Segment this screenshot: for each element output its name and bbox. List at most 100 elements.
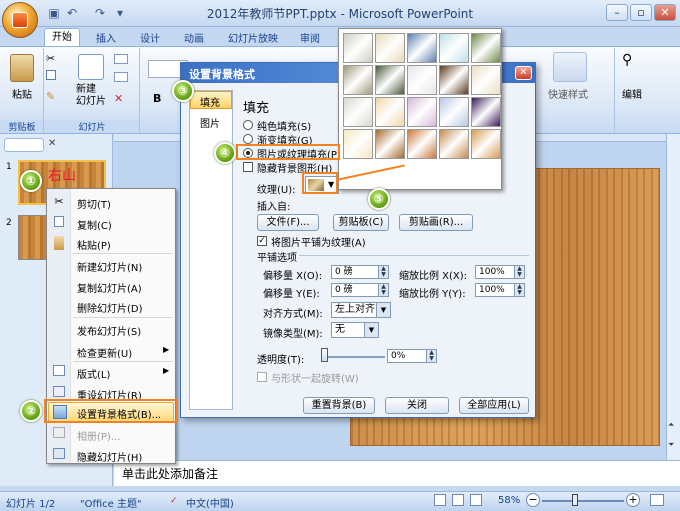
zoom-slider[interactable] xyxy=(542,500,624,502)
menu-duplicate-slide[interactable]: 复制幻灯片(A) xyxy=(77,280,142,295)
texture-swatch[interactable] xyxy=(439,129,469,159)
prev-slide-icon[interactable]: ⏶ xyxy=(668,420,674,430)
transparency-slider[interactable] xyxy=(321,356,385,358)
texture-swatch[interactable] xyxy=(471,97,501,127)
texture-swatch[interactable] xyxy=(439,33,469,63)
spin-arrows-icon[interactable]: ▲ ▼ xyxy=(378,266,388,278)
texture-swatch[interactable] xyxy=(407,65,437,95)
menu-delete-slide[interactable]: 删除幻灯片(D) xyxy=(77,300,143,315)
tab-animation[interactable]: 动画 xyxy=(184,30,204,46)
zoom-slider-thumb[interactable] xyxy=(572,494,578,506)
scale-x-input[interactable]: 100% ▲ ▼ xyxy=(475,265,525,279)
office-button[interactable] xyxy=(2,2,38,38)
maximize-button[interactable]: ▫ xyxy=(630,4,652,21)
texture-swatch[interactable] xyxy=(407,129,437,159)
texture-swatch[interactable] xyxy=(471,129,501,159)
next-slide-icon[interactable]: ⏷ xyxy=(668,440,674,450)
texture-swatch[interactable] xyxy=(407,33,437,63)
texture-swatch[interactable] xyxy=(375,33,405,63)
zoom-in-icon[interactable]: + xyxy=(626,493,640,507)
bold-button[interactable]: B xyxy=(153,92,161,105)
clipboard-button[interactable]: 剪贴板(C) xyxy=(333,214,389,231)
menu-new-slide[interactable]: 新建幻灯片(N) xyxy=(77,259,142,274)
radio-gradient-fill[interactable] xyxy=(243,134,253,144)
zoom-out-icon[interactable]: − xyxy=(526,493,540,507)
quick-styles-icon[interactable] xyxy=(553,52,587,82)
tab-insert[interactable]: 插入 xyxy=(96,30,116,46)
reset-background-button[interactable]: 重置背景(B) xyxy=(303,397,375,414)
file-button[interactable]: 文件(F)... xyxy=(257,214,319,231)
texture-swatch[interactable] xyxy=(439,97,469,127)
menu-copy[interactable]: 复制(C) xyxy=(77,217,112,232)
menu-publish-slides[interactable]: 发布幻灯片(S) xyxy=(77,323,141,338)
texture-swatch[interactable] xyxy=(471,33,501,63)
tab-review[interactable]: 审阅 xyxy=(300,30,320,46)
texture-swatch[interactable] xyxy=(471,65,501,95)
mirror-select[interactable]: 无 ▼ xyxy=(331,322,379,338)
minimize-button[interactable]: – xyxy=(606,4,628,21)
transparency-input[interactable]: 0% ▲ ▼ xyxy=(387,349,437,363)
texture-swatch[interactable] xyxy=(375,129,405,159)
copy-icon[interactable] xyxy=(46,70,56,80)
texture-swatch[interactable] xyxy=(407,97,437,127)
offset-y-input[interactable]: 0 磅 ▲ ▼ xyxy=(331,283,389,297)
radio-solid-fill[interactable] xyxy=(243,120,253,130)
slideshow-view-icon[interactable] xyxy=(470,494,482,506)
scale-y-input[interactable]: 100% ▲ ▼ xyxy=(475,283,525,297)
slides-tab[interactable] xyxy=(4,138,44,152)
tab-slideshow[interactable]: 幻灯片放映 xyxy=(228,30,278,46)
spelling-icon[interactable]: ✓ xyxy=(170,496,178,506)
texture-swatch[interactable] xyxy=(375,65,405,95)
spin-arrows-icon[interactable]: ▲ ▼ xyxy=(514,284,524,296)
dialog-close-button[interactable]: ✕ xyxy=(515,66,532,80)
menu-hide-slide[interactable]: 隐藏幻灯片(H) xyxy=(77,449,142,464)
fit-window-icon[interactable] xyxy=(650,494,664,506)
sorter-view-icon[interactable] xyxy=(452,494,464,506)
menu-paste[interactable]: 粘贴(P) xyxy=(77,237,111,252)
nav-picture[interactable]: 图片 xyxy=(200,115,220,130)
paste-label[interactable]: 粘贴 xyxy=(12,86,32,101)
texture-swatch[interactable] xyxy=(439,65,469,95)
texture-swatch[interactable] xyxy=(375,97,405,127)
offset-x-input[interactable]: 0 磅 ▲ ▼ xyxy=(331,265,389,279)
nav-fill-label[interactable]: 填充 xyxy=(200,94,220,109)
menu-cut[interactable]: 剪切(T) xyxy=(77,196,111,211)
radio-solid-label[interactable]: 纯色填充(S) xyxy=(257,118,311,133)
editing-label[interactable]: 编辑 xyxy=(622,86,642,101)
menu-layout[interactable]: 版式(L) xyxy=(77,366,110,381)
texture-swatch[interactable] xyxy=(343,33,373,63)
new-slide-label[interactable]: 新建 幻灯片 xyxy=(76,84,106,108)
texture-swatch[interactable] xyxy=(343,129,373,159)
tab-home[interactable]: 开始 xyxy=(44,28,80,47)
zoom-level[interactable]: 58% xyxy=(498,495,520,506)
paste-icon[interactable] xyxy=(10,54,34,82)
checkbox-tile-label[interactable]: 将图片平铺为纹理(A) xyxy=(271,234,366,249)
new-slide-icon[interactable] xyxy=(78,54,104,80)
quick-styles-label[interactable]: 快速样式 xyxy=(548,86,588,101)
normal-view-icon[interactable] xyxy=(434,494,446,506)
close-dialog-button[interactable]: 关闭 xyxy=(385,397,449,414)
tab-design[interactable]: 设计 xyxy=(140,30,160,46)
spin-arrows-icon[interactable]: ▲ ▼ xyxy=(514,266,524,278)
binoculars-icon[interactable]: ⚲ xyxy=(622,52,632,68)
spin-arrows-icon[interactable]: ▲ ▼ xyxy=(378,284,388,296)
pane-close-icon[interactable]: ✕ xyxy=(48,138,56,149)
language[interactable]: 中文(中国) xyxy=(186,495,234,510)
delete-slide-icon[interactable]: ✕ xyxy=(114,92,123,105)
checkbox-hide-bg[interactable] xyxy=(243,162,253,172)
notes-placeholder[interactable]: 单击此处添加备注 xyxy=(122,465,218,482)
align-select[interactable]: 左上对齐 ▼ xyxy=(331,302,391,318)
format-painter-icon[interactable]: ✎ xyxy=(46,90,55,103)
spin-arrows-icon[interactable]: ▲ ▼ xyxy=(426,350,436,362)
menu-check-updates[interactable]: 检查更新(U) xyxy=(77,345,132,360)
vertical-scrollbar[interactable] xyxy=(666,134,680,460)
texture-swatch[interactable] xyxy=(343,65,373,95)
layout-icon[interactable] xyxy=(114,54,128,64)
apply-all-button[interactable]: 全部应用(L) xyxy=(459,397,529,414)
transparency-slider-thumb[interactable] xyxy=(321,348,328,362)
texture-swatch[interactable] xyxy=(343,97,373,127)
clipart-button[interactable]: 剪贴画(R)... xyxy=(399,214,473,231)
checkbox-tile[interactable]: ✓ xyxy=(257,236,267,246)
close-button[interactable]: ✕ xyxy=(654,4,676,21)
cut-icon[interactable]: ✂ xyxy=(46,52,55,65)
